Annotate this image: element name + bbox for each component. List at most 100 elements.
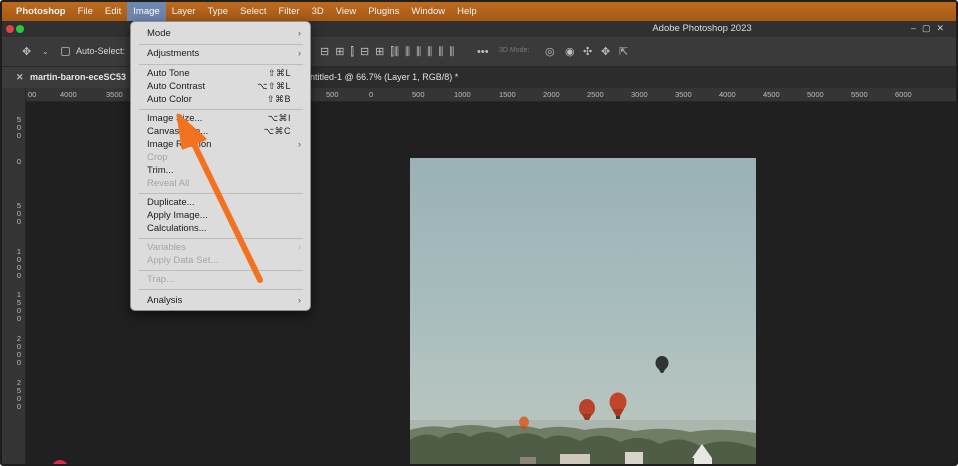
shortcut-label: ⇧⌘L — [267, 68, 291, 78]
ruler-tick: 500 — [326, 90, 339, 99]
auto-select-checkbox[interactable] — [61, 47, 70, 56]
distribute-icon[interactable]: ⫼⫼⫼⫼⫼⫼ — [394, 46, 460, 58]
ruler-tick: 6000 — [895, 90, 912, 99]
chevron-down-icon[interactable]: ⌄ — [42, 46, 49, 58]
ruler-tick: 4000 — [60, 90, 77, 99]
menu-item-trim[interactable]: Trim... — [147, 164, 307, 177]
ruler-tick: 3000 — [631, 90, 648, 99]
menu-item-auto-tone[interactable]: Auto Tone ⇧⌘L — [147, 67, 307, 80]
menu-item-image-rotation[interactable]: Image Rotation › — [147, 138, 307, 151]
ruler-tick: 1000 — [454, 90, 471, 99]
window-controls-icon[interactable]: –▢✕ — [911, 23, 950, 34]
shortcut-label: ⌥⇧⌘L — [257, 81, 291, 91]
ruler-tick: 00 — [28, 90, 37, 99]
balloon-photo — [410, 356, 756, 464]
menu-item-image-size[interactable]: Image Size... ⌥⌘I — [147, 112, 307, 125]
ruler-tick: 5 0 0 — [16, 115, 22, 140]
auto-select-label: Auto-Select: — [76, 46, 126, 56]
ruler-tick: 1500 — [499, 90, 516, 99]
3d-scale-icon[interactable]: ⇱ — [619, 46, 628, 58]
menu-item-duplicate[interactable]: Duplicate... — [147, 196, 307, 209]
tab-document-2[interactable]: ntitled-1 @ 66.7% (Layer 1, RGB/8) * — [310, 67, 458, 88]
ruler-tick: 0 — [369, 90, 374, 99]
submenu-arrow-icon: › — [298, 242, 301, 252]
3d-orbit-icon[interactable]: ◎ — [545, 46, 555, 58]
menu-divider — [139, 238, 303, 239]
3d-slide-icon[interactable]: ✥ — [601, 46, 610, 58]
menu-item-auto-color[interactable]: Auto Color ⇧⌘B — [147, 93, 307, 106]
close-window-button[interactable] — [6, 25, 14, 33]
shortcut-label: ⇧⌘B — [266, 94, 291, 104]
ruler-tick: 2 0 0 0 — [16, 334, 22, 367]
menu-photoshop[interactable]: Photoshop — [2, 2, 72, 21]
menu-item-trap: Trap... — [147, 274, 175, 285]
menu-item-analysis[interactable]: Analysis › — [147, 294, 307, 307]
ruler-tick: 1 0 0 0 — [16, 247, 22, 280]
ruler-tick: 2000 — [543, 90, 560, 99]
ruler-tick: 3500 — [106, 90, 123, 99]
submenu-arrow-icon: › — [298, 48, 301, 58]
menu-edit[interactable]: Edit — [99, 2, 127, 21]
ruler-tick: 5500 — [851, 90, 868, 99]
menu-divider — [139, 289, 303, 290]
menu-divider — [139, 270, 303, 271]
menu-item-reveal-all: Reveal All — [147, 178, 190, 189]
balloon-dark — [655, 356, 669, 373]
tab-label: martin-baron-eceSC53 — [30, 72, 127, 82]
ruler-tick: 4500 — [763, 90, 780, 99]
menu-item-apply-image[interactable]: Apply Image... — [147, 209, 307, 222]
align-icon[interactable]: ⊟⊞⫿⊟⊞⫿ — [320, 46, 400, 58]
app-window: Photoshop File Edit Image Layer Type Sel… — [0, 0, 958, 466]
menu-item-crop: Crop — [147, 152, 168, 163]
balloon-red-medium — [579, 399, 595, 420]
menu-divider — [139, 109, 303, 110]
menu-type[interactable]: Type — [201, 2, 234, 21]
menu-filter[interactable]: Filter — [272, 2, 305, 21]
menu-layer[interactable]: Layer — [166, 2, 202, 21]
ruler-tick: 5 0 0 — [16, 201, 22, 226]
menu-window[interactable]: Window — [405, 2, 451, 21]
ruler-tick: 1 5 0 0 — [16, 290, 22, 323]
menu-file[interactable]: File — [72, 2, 99, 21]
menu-help[interactable]: Help — [451, 2, 483, 21]
menu-bar: Photoshop File Edit Image Layer Type Sel… — [2, 2, 956, 21]
close-tab-icon[interactable]: ✕ — [16, 67, 24, 88]
submenu-arrow-icon: › — [298, 295, 301, 305]
ruler-tick: 3500 — [675, 90, 692, 99]
menu-item-variables: Variables › — [147, 242, 301, 253]
vertical-ruler: 5 0 0 0 5 0 0 1 0 0 0 1 5 0 0 2 0 0 0 2 … — [2, 88, 26, 464]
menu-divider — [139, 64, 303, 65]
ruler-tick: 0 — [16, 157, 22, 166]
house — [560, 454, 590, 464]
zoom-window-button[interactable] — [16, 25, 24, 33]
menu-select[interactable]: Select — [234, 2, 272, 21]
document-canvas[interactable] — [410, 158, 756, 464]
house — [694, 458, 712, 464]
tab-label: ntitled-1 @ 66.7% (Layer 1, RGB/8) * — [310, 72, 459, 82]
menu-item-auto-contrast[interactable]: Auto Contrast ⌥⇧⌘L — [147, 80, 307, 93]
more-icon[interactable]: ••• — [477, 46, 489, 58]
ruler-tick: 500 — [412, 90, 425, 99]
menu-item-canvas-size[interactable]: Canvas Size... ⌥⌘C — [147, 125, 307, 138]
ruler-tick: 2500 — [587, 90, 604, 99]
menu-divider — [139, 193, 303, 194]
3d-pan-icon[interactable]: ✣ — [583, 46, 592, 58]
tab-document-1[interactable]: ✕ martin-baron-eceSC53 — [2, 67, 132, 88]
menu-plugins[interactable]: Plugins — [362, 2, 405, 21]
menu-item-mode[interactable]: Mode › — [147, 27, 307, 40]
move-tool-icon[interactable]: ✥ — [22, 46, 31, 58]
shortcut-label: ⌥⌘I — [267, 113, 291, 123]
menu-item-adjustments[interactable]: Adjustments › — [147, 47, 307, 60]
submenu-arrow-icon: › — [298, 28, 301, 38]
menu-item-calculations[interactable]: Calculations... — [147, 222, 307, 235]
house — [520, 457, 536, 464]
3d-roll-icon[interactable]: ◉ — [565, 46, 575, 58]
menu-image[interactable]: Image — [127, 2, 166, 21]
submenu-arrow-icon: › — [298, 139, 301, 149]
record-indicator-icon — [52, 460, 68, 464]
ruler-tick: 4000 — [719, 90, 736, 99]
menu-view[interactable]: View — [330, 2, 362, 21]
image-menu-dropdown: Mode › Adjustments › Auto Tone ⇧⌘L Auto … — [130, 21, 311, 311]
menu-3d[interactable]: 3D — [306, 2, 330, 21]
ruler-tick: 2 5 0 0 — [16, 378, 22, 411]
